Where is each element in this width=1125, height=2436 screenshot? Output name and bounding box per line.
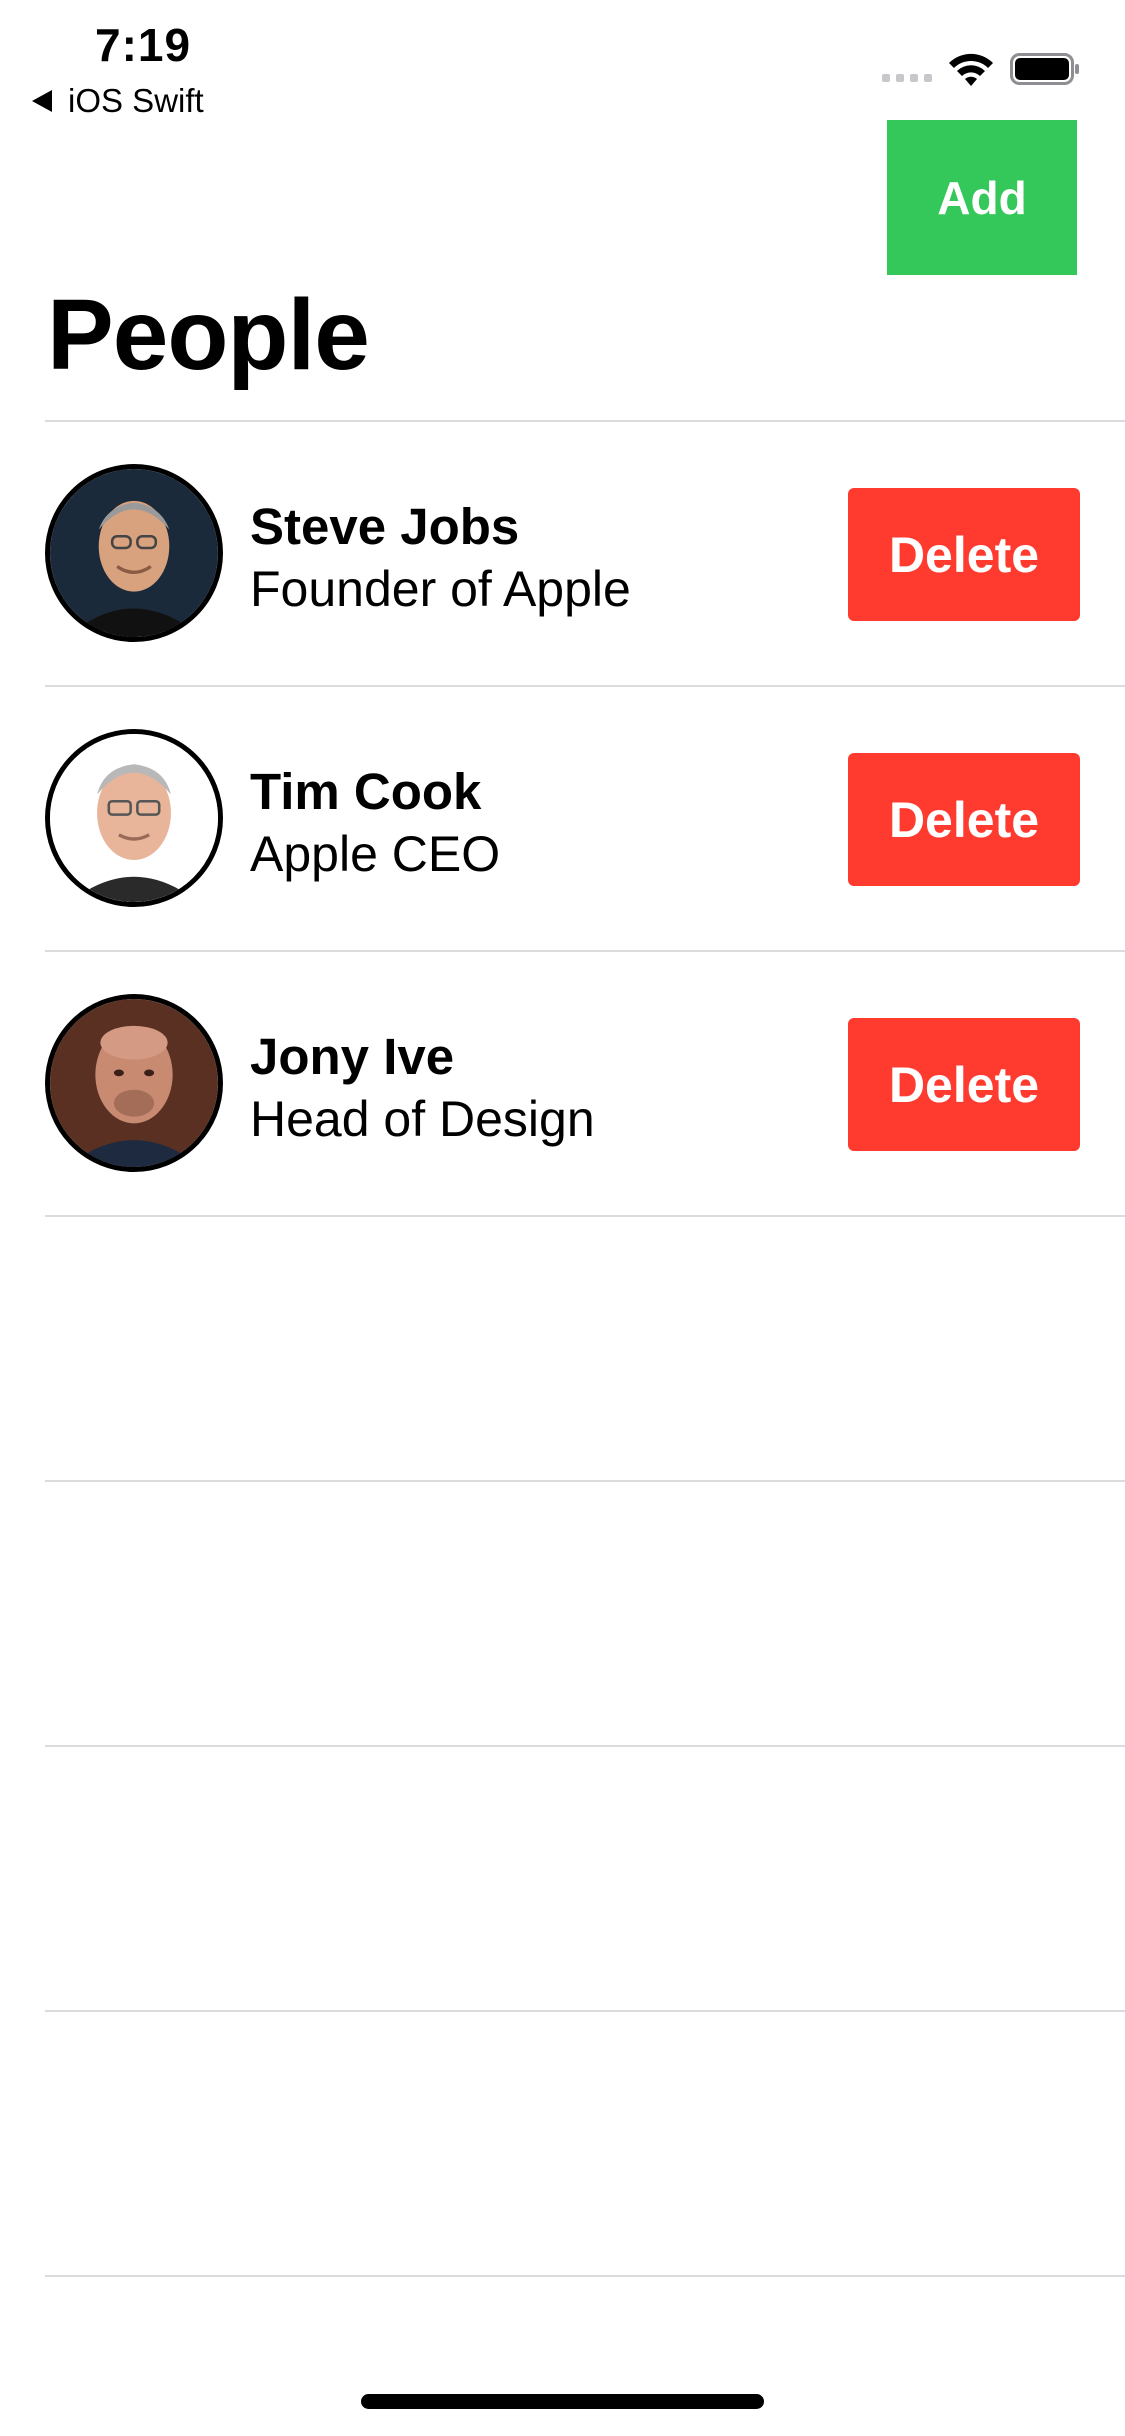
list-item[interactable]: Tim Cook Apple CEO Delete: [0, 687, 1125, 950]
empty-row-separator: [45, 1745, 1125, 1747]
empty-row-separator: [45, 2010, 1125, 2012]
person-name: Jony Ive: [250, 1028, 455, 1085]
battery-icon: [1010, 53, 1079, 85]
avatar: [45, 994, 223, 1172]
person-name: Steve Jobs: [250, 498, 520, 555]
back-to-app-link[interactable]: iOS Swift: [32, 82, 204, 120]
home-indicator[interactable]: [361, 2394, 764, 2409]
delete-button[interactable]: Delete: [848, 1018, 1080, 1151]
delete-button[interactable]: Delete: [848, 753, 1080, 886]
person-role: Head of Design: [250, 1091, 595, 1147]
person-photo-icon: [50, 734, 218, 902]
add-button[interactable]: Add: [887, 120, 1077, 275]
empty-row-separator: [45, 1480, 1125, 1482]
person-role: Apple CEO: [250, 826, 501, 882]
empty-row-separator: [45, 2275, 1125, 2277]
row-separator: [45, 1215, 1125, 1217]
list-item[interactable]: Jony Ive Head of Design Delete: [0, 952, 1125, 1215]
avatar: [45, 464, 223, 642]
delete-button[interactable]: Delete: [848, 488, 1080, 621]
status-time: 7:19: [95, 19, 192, 71]
back-app-label: iOS Swift: [68, 82, 204, 119]
person-name: Tim Cook: [250, 763, 482, 820]
wifi-icon: [949, 53, 993, 86]
cellular-signal-icon: [882, 74, 932, 82]
back-arrow-icon: [32, 90, 52, 112]
avatar: [45, 729, 223, 907]
person-photo-icon: [50, 999, 218, 1167]
page-title: People: [47, 279, 370, 391]
person-photo-icon: [50, 469, 218, 637]
list-item[interactable]: Steve Jobs Founder of Apple Delete: [0, 422, 1125, 685]
person-role: Founder of Apple: [250, 561, 631, 617]
